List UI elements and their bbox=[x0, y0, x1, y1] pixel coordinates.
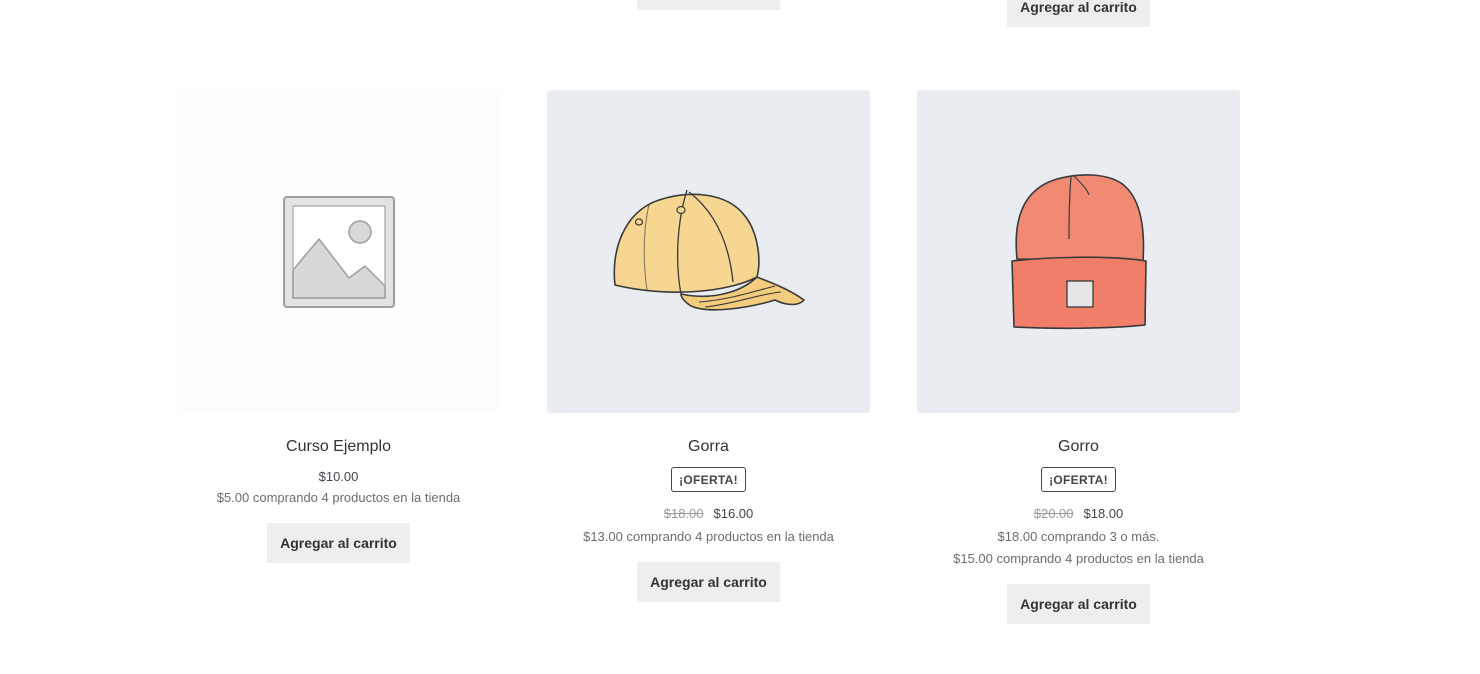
product-image[interactable] bbox=[917, 90, 1240, 413]
sale-badge: ¡OFERTA! bbox=[671, 467, 746, 492]
product-title[interactable]: Gorro bbox=[1058, 437, 1099, 457]
cap-icon bbox=[613, 189, 805, 311]
sale-badge: ¡OFERTA! bbox=[1041, 467, 1116, 492]
old-price: $18.00 bbox=[663, 506, 704, 521]
products-row: Curso Ejemplo $10.00 $5.00 comprando 4 p… bbox=[177, 90, 1240, 624]
product-title[interactable]: Gorra bbox=[688, 437, 729, 457]
bulk-price-line: $18.00 comprando 3 o más. bbox=[997, 529, 1160, 544]
beanie-icon bbox=[1010, 174, 1147, 330]
bulk-price-line: $5.00 comprando 4 productos en la tienda bbox=[216, 490, 461, 505]
current-price: $16.00 bbox=[713, 506, 754, 521]
product-price: $18.00 $16.00 bbox=[664, 504, 754, 524]
product-card: Curso Ejemplo $10.00 $5.00 comprando 4 p… bbox=[177, 90, 500, 624]
bulk-price-line: $13.00 comprando 4 productos en la tiend… bbox=[583, 529, 834, 544]
previous-row-add-to-cart-button[interactable]: Agregar al carrito bbox=[1007, 0, 1150, 27]
previous-row-add-to-cart-button[interactable] bbox=[637, 0, 780, 10]
product-price: $20.00 $18.00 bbox=[1034, 504, 1124, 524]
product-price: $10.00 bbox=[319, 467, 359, 487]
bulk-price-line: $15.00 comprando 4 productos en la tiend… bbox=[953, 551, 1204, 566]
product-title[interactable]: Curso Ejemplo bbox=[286, 437, 391, 457]
product-image[interactable] bbox=[177, 90, 500, 413]
add-to-cart-button[interactable]: Agregar al carrito bbox=[1007, 584, 1150, 624]
product-image[interactable] bbox=[547, 90, 870, 413]
product-card: Gorra ¡OFERTA! $18.00 $16.00 $13.00 compr… bbox=[547, 90, 870, 624]
current-price: $10.00 bbox=[318, 469, 359, 484]
shop-product-grid: Agregar al carrito Curso Ejemplo $10.00 … bbox=[0, 0, 1480, 674]
image-placeholder-icon bbox=[282, 195, 395, 308]
old-price: $20.00 bbox=[1033, 506, 1074, 521]
current-price: $18.00 bbox=[1083, 506, 1124, 521]
add-to-cart-button[interactable]: Agregar al carrito bbox=[637, 562, 780, 602]
product-card: Gorro ¡OFERTA! $20.00 $18.00 $18.00 compr… bbox=[917, 90, 1240, 624]
add-to-cart-button[interactable]: Agregar al carrito bbox=[267, 523, 410, 563]
